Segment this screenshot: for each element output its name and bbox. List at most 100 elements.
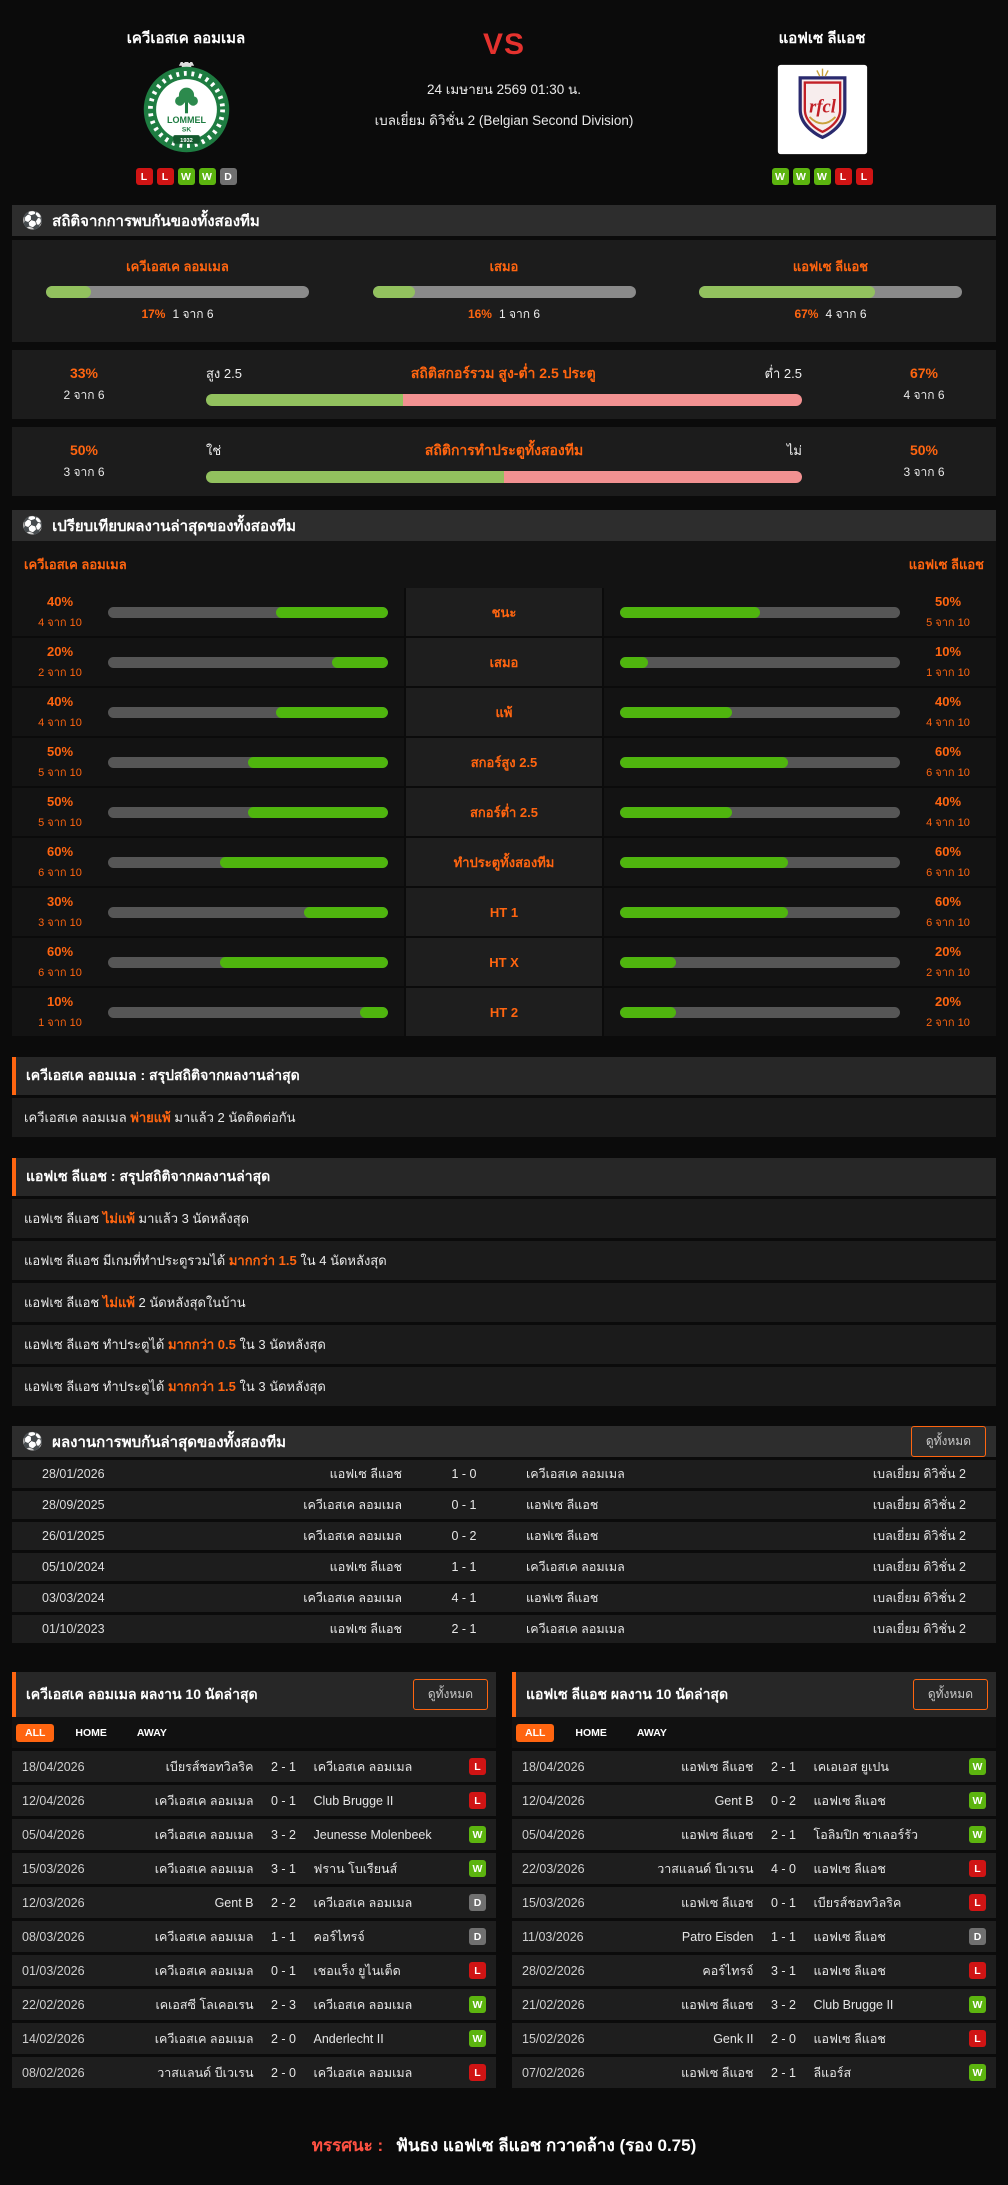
match-date: 26/01/2025 xyxy=(42,1529,105,1543)
away-team: เชอแร็ง ยูไนเต็ด xyxy=(313,1963,401,1978)
home-team: วาสแลนด์ บีเวเรน xyxy=(157,2065,254,2080)
match-score: 2 - 1 xyxy=(270,1759,296,1774)
away-numbers: 20% 2 จาก 10 xyxy=(916,994,980,1031)
home-team: Patro Eisden xyxy=(681,1929,754,1944)
result-badge: L xyxy=(469,1758,486,1775)
home-team: แอฟเซ ลีแอช xyxy=(681,1997,754,2012)
comparison-away-cell: 10% 1 จาก 10 xyxy=(604,638,996,686)
result-badge: W xyxy=(469,1996,486,2013)
comparison-away-cell: 50% 5 จาก 10 xyxy=(604,588,996,636)
summary-row: แอฟเซ ลีแอช ไม่แพ้ มาแล้ว 3 นัดหลังสุด xyxy=(12,1199,996,1238)
summary-highlight: พ่ายแพ้ xyxy=(130,1110,171,1125)
match-score: 0 - 1 xyxy=(770,1895,796,1910)
lommel-crest-icon: LOMMEL SK 1932 xyxy=(143,62,229,153)
match-row: 05/04/2026 แอฟเซ ลีแอช 2 - 1 โอลิมปิก ชา… xyxy=(512,1819,996,1850)
home-team-name: เควีเอสเค ลอมเมล xyxy=(126,30,246,47)
duo-right-count: 3 จาก 6 xyxy=(903,464,945,479)
tab-home[interactable]: HOME xyxy=(66,1724,116,1742)
match-league: เบลเยี่ยม ดิวิชั่น 2 (Belgian Second Div… xyxy=(374,113,634,128)
section-title: สถิติจากการพบกันของทั้งสองทีม xyxy=(52,212,260,230)
home-team-logo: LOMMEL SK 1932 xyxy=(139,62,234,157)
match-date: 18/04/2026 xyxy=(522,1759,585,1774)
duo-title: สถิติสกอร์รวม สูง-ต่ำ 2.5 ประตู xyxy=(410,365,596,381)
home-bar xyxy=(108,656,388,668)
away-team-logo: rfcl xyxy=(775,62,870,157)
view-all-home-button[interactable]: ดูทั้งหมด xyxy=(412,1679,488,1710)
duo-left-count: 3 จาก 6 xyxy=(63,464,105,479)
duo-title: สถิติการทำประตูทั้งสองทีม xyxy=(424,442,584,458)
match-score: 1 - 1 xyxy=(270,1929,296,1944)
summary-text-pre: เควีเอสเค ลอมเมล xyxy=(24,1110,131,1125)
tab-away[interactable]: AWAY xyxy=(628,1724,676,1742)
duo-bar-green xyxy=(206,394,403,406)
summary-highlight: ไม่แพ้ xyxy=(102,1295,135,1310)
tab-home[interactable]: HOME xyxy=(566,1724,616,1742)
result-badge: L xyxy=(969,2030,986,2047)
comparison-home-cell: 50% 5 จาก 10 xyxy=(12,738,404,786)
home-team: แอฟเซ ลีแอช xyxy=(329,1560,402,1574)
result-badge: W xyxy=(469,1860,486,1877)
result-badge: W xyxy=(469,2030,486,2047)
duo-bar xyxy=(206,471,802,483)
home-bar-fill xyxy=(276,706,388,718)
soccer-ball-icon: ⚽ xyxy=(22,211,44,230)
section-title: ผลงานการพบกันล่าสุดของทั้งสองทีม xyxy=(52,1433,287,1451)
home-team: เควีเอสเค ลอมเมล xyxy=(303,1529,402,1543)
away-team: แอฟเซ ลีแอช xyxy=(526,1591,599,1605)
home-pct: 60% xyxy=(46,943,74,959)
duo-stat-row: 50% 3 จาก 6 ใช่ สถิติการทำประตูทั้งสองที… xyxy=(12,427,996,496)
duo-bar-green xyxy=(206,471,504,483)
away-team: แอฟเซ ลีแอช xyxy=(526,1529,599,1543)
rfcl-crest-icon: rfcl xyxy=(777,64,867,155)
match-date: 07/02/2026 xyxy=(522,2065,585,2080)
home-bar-fill xyxy=(276,606,388,618)
match-date: 05/04/2026 xyxy=(522,1827,585,1842)
away-bar-fill xyxy=(620,1006,676,1018)
result-badge: L xyxy=(969,1962,986,1979)
home-numbers: 40% 4 จาก 10 xyxy=(28,594,92,631)
home-numbers: 50% 5 จาก 10 xyxy=(28,744,92,781)
home-pct: 10% xyxy=(46,993,74,1009)
form-badge: L xyxy=(834,168,852,185)
tab-away[interactable]: AWAY xyxy=(128,1724,176,1742)
view-all-away-button[interactable]: ดูทั้งหมด xyxy=(912,1679,988,1710)
away-bar xyxy=(620,756,900,768)
match-row: 22/02/2026 เคเอสซี โลเคอเรน 2 - 3 เควีเอ… xyxy=(12,1989,496,2020)
comparison-row: 40% 4 จาก 10 แพ้ 40% 4 จาก 10 xyxy=(12,688,996,736)
match-date: 15/03/2026 xyxy=(522,1895,585,1910)
duo-bar-area: สูง 2.5 สถิติสกอร์รวม สูง-ต่ำ 2.5 ประตู … xyxy=(130,363,878,406)
away-bar xyxy=(620,1006,900,1018)
home-pct: 50% xyxy=(46,743,74,759)
match-score: 3 - 2 xyxy=(770,1997,796,2012)
home-bar xyxy=(108,956,388,968)
view-all-h2h-button[interactable]: ดูทั้งหมด xyxy=(910,1426,986,1457)
away-team-block: แอฟเซ ลีแอช rfcl W W W L L xyxy=(676,26,968,185)
comparison-team-names: เควีเอสเค ลอมเมล แอฟเซ ลีแอช xyxy=(12,541,996,588)
stat-bar-fill xyxy=(372,286,415,298)
match-row: 12/04/2026 Gent B 0 - 2 แอฟเซ ลีแอช W xyxy=(512,1785,996,1816)
result-badge: D xyxy=(469,1894,486,1911)
duo-left-stats: 50% 3 จาก 6 xyxy=(38,442,130,482)
home-team: Gent B xyxy=(214,1895,254,1910)
tab-all[interactable]: ALL xyxy=(516,1724,555,1742)
match-score: 1 - 1 xyxy=(770,1929,796,1944)
home-count: 4 จาก 10 xyxy=(38,616,82,629)
away-pct: 40% xyxy=(934,793,962,809)
comparison-away-name: แอฟเซ ลีแอช xyxy=(908,557,984,572)
away-team: Club Brugge II xyxy=(813,1997,894,2012)
home-team: เบียรส์ชอทวิลริค xyxy=(165,1759,254,1774)
away-recent-tabs: ALL HOME AWAY xyxy=(512,1717,996,1748)
match-date: 15/02/2026 xyxy=(522,2031,585,2046)
match-date: 12/04/2026 xyxy=(22,1793,85,1808)
match-league: เบลเยี่ยม ดิวิชั่น 2 xyxy=(872,1622,966,1636)
home-bar xyxy=(108,606,388,618)
home-count: 1 จาก 10 xyxy=(38,1016,82,1029)
tab-all[interactable]: ALL xyxy=(16,1724,55,1742)
away-summary-header: แอฟเซ ลีแอช : สรุปสถิติจากผลงานล่าสุด xyxy=(12,1158,996,1196)
form-badge: W xyxy=(792,168,810,185)
result-badge: W xyxy=(969,1826,986,1843)
away-pct: 60% xyxy=(934,893,962,909)
summary-highlight: ไม่แพ้ xyxy=(102,1211,135,1226)
match-date: 08/02/2026 xyxy=(22,2065,85,2080)
away-team: แอฟเซ ลีแอช xyxy=(813,2031,886,2046)
